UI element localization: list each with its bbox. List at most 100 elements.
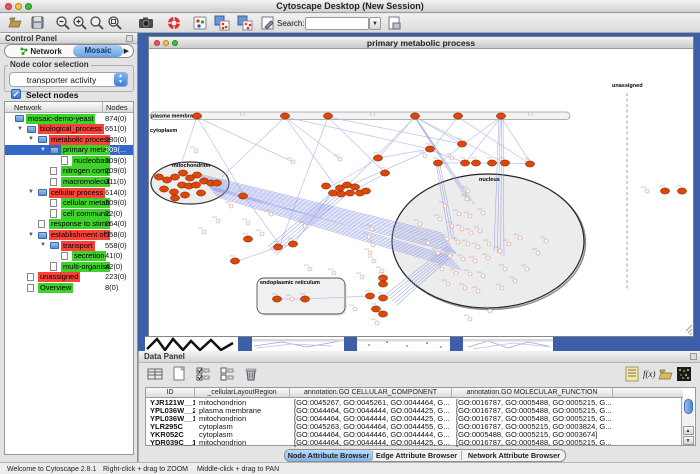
tree-item-label[interactable]: establishment of lo [49, 230, 110, 240]
view-overlay-2-icon[interactable] [237, 15, 253, 31]
table-cell[interactable]: [GO:0005488, GO:0005215, GO:0003674] [452, 431, 613, 439]
network-window-titlebar[interactable]: primary metabolic process [149, 37, 693, 49]
column-header[interactable]: annotation.GO MOLECULAR_FUNCTION [452, 388, 613, 398]
tab-node-attribute-browser[interactable]: Node Attribute Browser [285, 450, 372, 461]
table-cell[interactable]: cytoplasm [195, 431, 290, 439]
function-icon[interactable]: f(x) [642, 366, 659, 383]
select-nodes-checkbox[interactable]: ✓ [11, 89, 21, 99]
table-cell[interactable]: cytoplasm [195, 423, 290, 431]
network-view-window[interactable]: primary metabolic process plasma membran… [148, 36, 694, 337]
background-window-fragment[interactable] [357, 336, 450, 351]
network-canvas[interactable]: plasma membranecytoplasmmitochondrionnuc… [149, 49, 693, 337]
background-window-fragment[interactable] [252, 336, 344, 351]
table-cell[interactable]: YDR039C__1 [146, 439, 195, 447]
tree-row[interactable]: cell communicat22(0) [5, 208, 133, 219]
table-cell[interactable]: [GO:0016787, GO:0005488, GO:0005215, G..… [452, 399, 613, 407]
search-input[interactable] [305, 17, 369, 30]
table-cell[interactable]: YPL036W__2 [146, 407, 195, 415]
tree-item-label[interactable]: cellular metabol [61, 198, 110, 208]
tree-item-label[interactable]: biological_process [38, 124, 104, 134]
tree-row[interactable]: ▼cellular process614(0) [5, 187, 133, 198]
tree-item-label[interactable]: unassigned [38, 272, 80, 282]
tree-row[interactable]: secretion41(0) [5, 251, 133, 262]
tree-item-label[interactable]: primary metabo [61, 145, 110, 155]
table-cell[interactable]: [GO:0016787, GO:0005215, GO:0003824, G..… [452, 423, 613, 431]
float-icon[interactable] [690, 353, 697, 360]
column-header[interactable]: annotation.GO CELLULAR_COMPONENT [290, 388, 452, 398]
tree-item-label[interactable]: response to stimulu [49, 219, 110, 229]
tree-row[interactable]: ▼establishment of lo558(0) [5, 230, 133, 241]
tree-item-label[interactable]: multi-organism pro [61, 262, 110, 272]
tree-row[interactable]: nitrogen compo209(0) [5, 166, 133, 177]
expand-triangle-icon[interactable]: ▼ [40, 147, 46, 153]
view-overlay-1-icon[interactable] [214, 15, 230, 31]
scroll-up-button[interactable]: ▲ [683, 426, 694, 435]
tree-row[interactable]: ▼biological_process651(0) [5, 124, 133, 135]
float-icon[interactable] [126, 35, 133, 42]
tab-edge-attribute-browser[interactable]: Edge Attribute Browser [372, 450, 461, 461]
formula-list-icon[interactable] [624, 366, 641, 383]
search-index-icon[interactable] [386, 15, 402, 31]
column-header[interactable]: _cellularLayoutRegion [195, 388, 290, 398]
tree-item-label[interactable]: macromolecule [61, 177, 110, 187]
snapshot-icon[interactable] [138, 15, 154, 31]
tree-item-label[interactable]: metabolic process [49, 135, 110, 145]
zoom-selected-icon[interactable] [107, 15, 123, 31]
tree-row[interactable]: ▼primary metabo209(... [5, 145, 133, 156]
table-cell[interactable]: YPL036W__1 [146, 415, 195, 423]
tab-overflow-arrow[interactable]: ▶ [124, 47, 129, 55]
tree-item-label[interactable]: cell communicat [61, 209, 110, 219]
tree-row[interactable]: Overview8(0) [5, 283, 133, 294]
background-window-fragment[interactable] [463, 336, 553, 351]
tree-row[interactable]: multi-organism pro42(0) [5, 261, 133, 272]
tab-mosaic[interactable]: Mosaic [73, 45, 123, 57]
table-scrollbar[interactable]: ▲▼ [681, 398, 694, 445]
table-cell[interactable]: YJR121W__1 [146, 399, 195, 407]
table-cell[interactable]: mitochondrion [195, 399, 290, 407]
zoom-in-icon[interactable] [72, 15, 88, 31]
table-cell[interactable]: [GO:0045263, GO:0044464, GO:0044455, G..… [290, 423, 452, 431]
tree-item-label[interactable]: mosaic-demo-yeast [26, 114, 95, 124]
scrollbar-thumb[interactable] [684, 399, 693, 414]
help-ring-icon[interactable] [166, 15, 182, 31]
tree-row[interactable]: nucleobase-209(0) [5, 155, 133, 166]
attribute-table-icon[interactable] [147, 366, 164, 383]
import-attributes-icon[interactable] [658, 366, 675, 383]
open-folder-icon[interactable] [8, 15, 24, 31]
tree-item-label[interactable]: Overview [38, 283, 73, 293]
table-cell[interactable]: [GO:0016787, GO:0005488, GO:0005215, G..… [452, 407, 613, 415]
table-cell[interactable]: [GO:0044464, GO:0044444, GO:0044425, G..… [290, 439, 452, 447]
node-color-combo[interactable]: transporter activity ▲▼ [9, 72, 128, 87]
table-cell[interactable]: YLR295C [146, 423, 195, 431]
tree-row[interactable]: unassigned223(0) [5, 272, 133, 283]
table-cell[interactable]: [GO:0044464, GO:0044444, GO:0044425, G..… [290, 407, 452, 415]
table-cell[interactable]: mitochondrion [195, 415, 290, 423]
table-cell[interactable]: [GO:0044464, GO:0044446, GO:0044444, G..… [290, 431, 452, 439]
expand-triangle-icon[interactable]: ▼ [17, 126, 23, 132]
tree-item-label[interactable]: transport [61, 241, 95, 251]
tree-item-label[interactable]: cellular process [49, 188, 105, 198]
tree-row[interactable]: ▼transport558(0) [5, 240, 133, 251]
new-attribute-icon[interactable] [171, 366, 188, 383]
select-attributes-icon[interactable] [195, 366, 212, 383]
unselect-attributes-icon[interactable] [219, 366, 236, 383]
tree-item-label[interactable]: nitrogen compo [61, 166, 110, 176]
expand-triangle-icon[interactable]: ▼ [28, 232, 34, 238]
table-cell[interactable]: mitochondrion [195, 439, 290, 447]
zoom-fit-icon[interactable] [89, 15, 105, 31]
title-bar[interactable]: Cytoscape Desktop (New Session) [0, 0, 700, 13]
tree-header[interactable]: Network Nodes [5, 102, 133, 113]
expand-triangle-icon[interactable]: ▼ [28, 136, 34, 142]
annotation-icon[interactable] [260, 15, 276, 31]
table-cell[interactable]: [GO:0016787, GO:0005488, GO:0005215, G..… [452, 439, 613, 447]
matrix-icon[interactable] [676, 366, 693, 383]
background-window-fragment[interactable] [145, 336, 238, 351]
tree-row[interactable]: cellular metabol209(0) [5, 198, 133, 209]
data-panel-header[interactable]: Data Panel [139, 351, 700, 363]
tree-row[interactable]: ▼metabolic process280(0) [5, 134, 133, 145]
tree-row[interactable]: mosaic-demo-yeast874(0) [5, 113, 133, 124]
column-header[interactable]: ID [146, 388, 195, 398]
search-dropdown-arrow[interactable]: ▼ [369, 17, 381, 30]
table-cell[interactable]: [GO:0044464, GO:0044444, GO:0044425, G..… [290, 415, 452, 423]
tree-item-label[interactable]: secretion [72, 251, 106, 261]
